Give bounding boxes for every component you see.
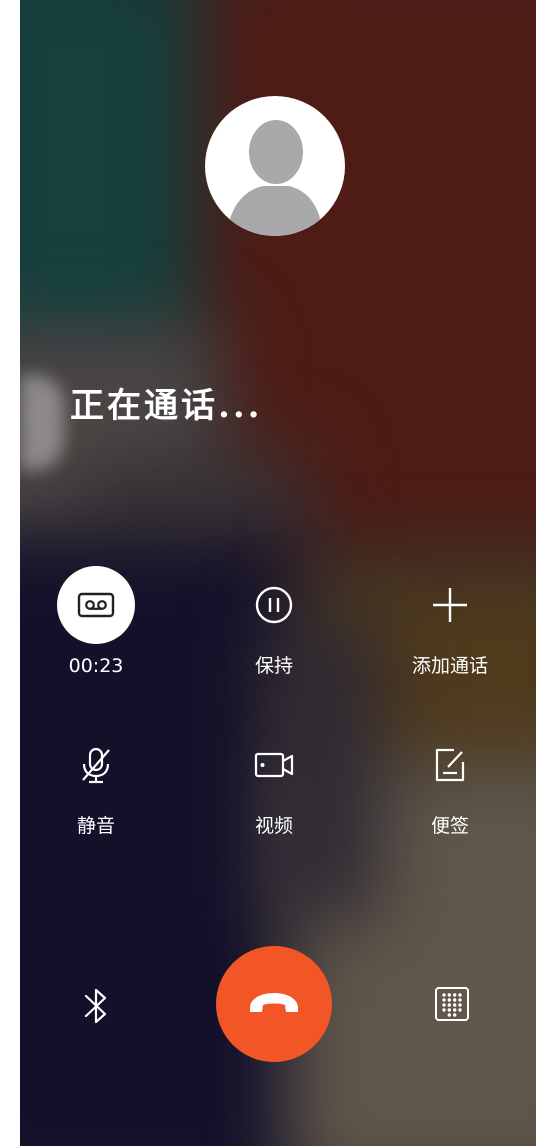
end-call-icon: [250, 993, 298, 1012]
person-icon: [227, 120, 323, 236]
call-status-text: 正在通话...: [70, 386, 263, 426]
record-button[interactable]: 00:23: [26, 566, 166, 678]
note-label: 便签: [430, 815, 469, 837]
video-button[interactable]: 视频: [204, 726, 344, 838]
mute-label: 静音: [76, 815, 115, 837]
plus-icon: [411, 566, 489, 644]
add-call-button[interactable]: 添加通话: [380, 566, 520, 678]
bluetooth-icon: [84, 988, 107, 1024]
add-call-label: 添加通话: [411, 655, 488, 677]
end-call-button[interactable]: [216, 946, 332, 1062]
video-icon: [235, 726, 313, 804]
note-button[interactable]: 便签: [380, 726, 520, 838]
dialpad-icon: [435, 987, 469, 1021]
video-label: 视频: [254, 815, 293, 837]
call-screen: 正在通话... 00:23 保持 添加通话 静音 视频 便签: [20, 0, 536, 1146]
dialpad-button[interactable]: [422, 974, 482, 1034]
call-duration: 00:23: [68, 655, 124, 677]
avatar: [205, 96, 345, 236]
record-icon: [57, 566, 135, 644]
hold-label: 保持: [254, 655, 293, 677]
bluetooth-button[interactable]: [66, 976, 126, 1036]
pause-icon: [235, 566, 313, 644]
note-icon: [411, 726, 489, 804]
edge-handle[interactable]: [20, 375, 64, 470]
mic-off-icon: [57, 726, 135, 804]
mute-button[interactable]: 静音: [26, 726, 166, 838]
hold-button[interactable]: 保持: [204, 566, 344, 678]
